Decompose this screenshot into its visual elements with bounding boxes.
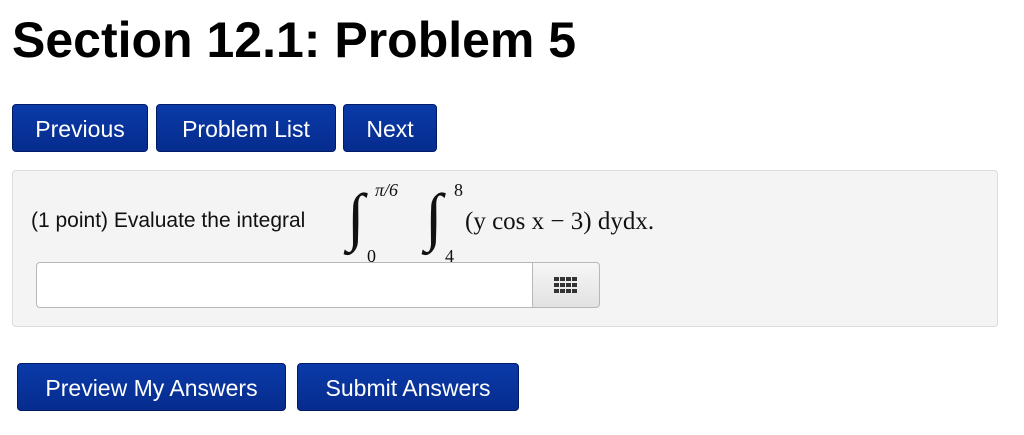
equation-palette-button[interactable] [532, 262, 600, 308]
problem-panel: (1 point) Evaluate the integral ∫ π/6 0 … [12, 170, 998, 327]
preview-answers-button[interactable]: Preview My Answers [17, 363, 286, 411]
inner-upper-limit: 8 [454, 180, 463, 200]
integrand-expression: (y cos x − 3) dydx. [465, 208, 655, 235]
submit-answers-button[interactable]: Submit Answers [297, 363, 519, 411]
page-title: Section 12.1: Problem 5 [12, 12, 577, 68]
next-button[interactable]: Next [343, 104, 437, 152]
inner-integral-sign: ∫ [425, 181, 443, 252]
answer-input[interactable] [36, 262, 532, 308]
problem-prompt: (1 point) Evaluate the integral [31, 209, 306, 232]
problem-list-button[interactable]: Problem List [156, 104, 336, 152]
previous-button[interactable]: Previous [12, 104, 148, 152]
outer-integral-sign: ∫ [347, 181, 365, 252]
outer-upper-limit: π/6 [375, 180, 399, 200]
keypad-grid-icon [554, 277, 577, 293]
